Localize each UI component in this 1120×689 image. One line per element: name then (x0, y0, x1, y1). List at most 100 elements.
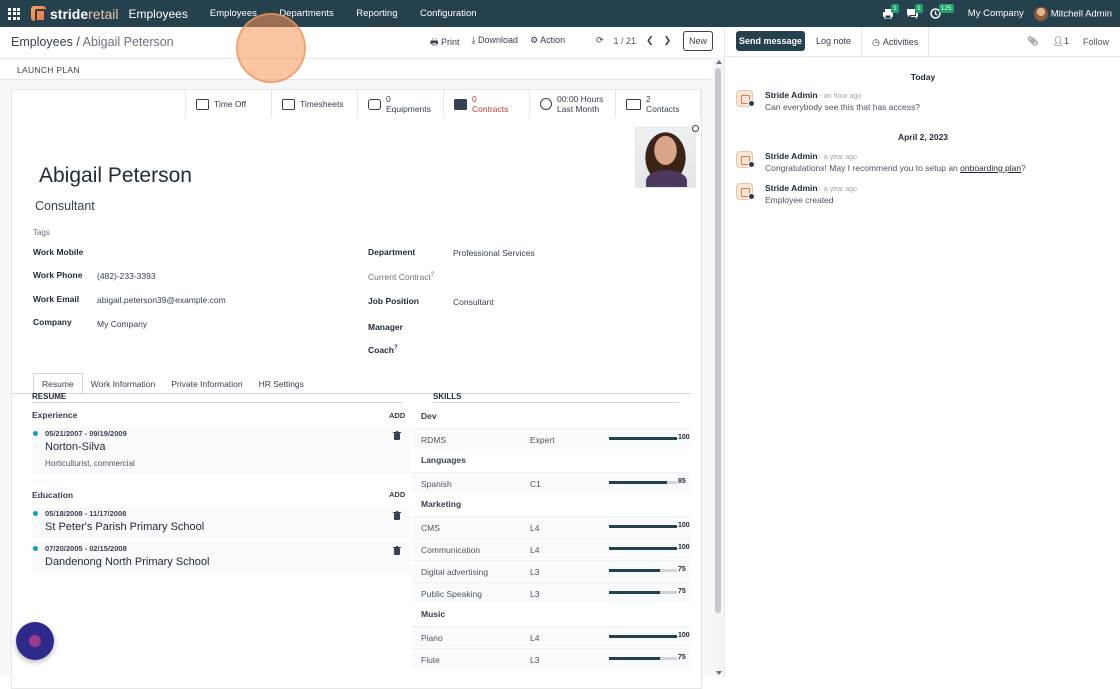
add-experience-button[interactable]: ADD (389, 411, 405, 420)
company-switcher[interactable]: My Company (968, 8, 1024, 19)
skill-progress-value: 75 (678, 654, 686, 661)
add-education-button[interactable]: ADD (389, 490, 405, 499)
menu-employees[interactable]: Employees (210, 8, 257, 19)
timesheets-button[interactable]: Timesheets (271, 90, 357, 118)
breadcrumb-employees[interactable]: Employees (11, 35, 73, 49)
breadcrumb: Employees / Abigail Peterson (11, 35, 174, 49)
scrollbar-thumb[interactable] (715, 68, 721, 613)
skill-row[interactable]: Public Speaking L3 75 (412, 582, 691, 603)
pager-value[interactable]: 1 / 21 (614, 36, 637, 46)
skill-name: Piano (421, 633, 443, 643)
print-queue-icon[interactable]: 1 (882, 3, 899, 20)
statusbar: LAUNCH PLAN (0, 58, 713, 80)
department-field[interactable]: Professional Services (453, 248, 535, 258)
trash-icon[interactable] (393, 546, 401, 555)
resume-line[interactable]: 07/20/2005 - 02/15/2008 Dandenong North … (32, 542, 410, 574)
tab-private-information[interactable]: Private Information (163, 373, 250, 395)
skill-progress-bar (609, 657, 677, 660)
skill-row[interactable]: Digital advertising L3 75 (412, 560, 691, 581)
heart-icon (748, 100, 755, 107)
form-area: Employees / Abigail Peterson 🖶 Print ⤓ D… (0, 27, 724, 689)
skill-row[interactable]: Flute L3 75 (412, 648, 691, 669)
refresh-icon[interactable]: ⟳ (596, 35, 604, 46)
control-panel: Employees / Abigail Peterson 🖶 Print ⤓ D… (0, 27, 724, 57)
skill-progress-bar (609, 635, 677, 638)
equipments-button[interactable]: 0 Equipments (357, 90, 443, 118)
resume-line[interactable]: 05/21/2007 - 09/19/2009 Norton-Silva Hor… (32, 427, 410, 475)
skill-progress-value: 100 (678, 544, 690, 551)
user-avatar (1033, 6, 1048, 21)
resume-line[interactable]: 05/18/2008 - 11/17/2008 St Peter's Paris… (32, 507, 410, 539)
onboarding-plan-link[interactable]: onboarding plan (960, 163, 1021, 173)
skill-progress-value: 85 (678, 478, 686, 485)
activities-button[interactable]: ◷ Activities (861, 27, 930, 57)
user-menu[interactable]: Mitchell Admin (1033, 6, 1112, 21)
skill-row[interactable]: RDMS Expert 100 (412, 428, 691, 449)
contracts-button[interactable]: 0 Contracts (443, 90, 529, 118)
pager-previous-icon[interactable]: ❮ (646, 35, 654, 46)
pager-next-icon[interactable]: ❯ (664, 35, 672, 46)
brand-logo[interactable]: strideretail (31, 6, 118, 22)
trash-icon[interactable] (393, 511, 401, 520)
skill-progress-fill (609, 481, 667, 484)
skill-group-title: Dev (421, 411, 437, 421)
contacts-button[interactable]: 2 Contacts (615, 90, 701, 118)
skill-row[interactable]: CMS L4 100 (412, 516, 691, 537)
log-note-button[interactable]: Log note (816, 36, 851, 46)
module-title[interactable]: Employees (128, 7, 187, 21)
action-button[interactable]: ⚙ Action (530, 35, 565, 51)
resume-header: RESUME (32, 392, 67, 401)
new-button[interactable]: New (683, 31, 713, 51)
heart-icon (748, 161, 755, 168)
company-field[interactable]: My Company (97, 319, 147, 329)
work-phone-field[interactable]: (482)-233-3393 (97, 271, 156, 281)
launch-plan-button[interactable]: LAUNCH PLAN (17, 65, 80, 75)
skill-progress-bar (609, 525, 677, 528)
send-message-button[interactable]: Send message (736, 31, 805, 51)
tab-hr-settings[interactable]: HR Settings (251, 373, 312, 395)
clock-icon (540, 98, 552, 110)
menu-configuration[interactable]: Configuration (420, 8, 477, 19)
assistant-bubble-button[interactable] (16, 622, 54, 660)
followers-button[interactable]: 👤︎1 (1053, 36, 1069, 47)
download-button[interactable]: ⤓ Download (472, 35, 519, 51)
skill-row[interactable]: Communication L4 100 (412, 538, 691, 559)
skill-name: Digital advertising (421, 567, 489, 577)
employee-photo[interactable] (635, 127, 696, 188)
activity-clock-icon[interactable]: 125 (930, 3, 954, 20)
messaging-badge: 1 (914, 3, 923, 13)
trash-icon[interactable] (393, 431, 401, 440)
scroll-up-icon[interactable] (716, 60, 722, 64)
apps-menu-icon[interactable] (0, 0, 28, 27)
skill-progress-value: 75 (678, 566, 686, 573)
time-off-button[interactable]: Time Off (185, 90, 271, 118)
skill-level: L4 (530, 523, 540, 533)
print-button[interactable]: 🖶 Print (430, 35, 460, 51)
skill-row[interactable]: Piano L4 100 (412, 626, 691, 647)
skill-progress-bar (609, 547, 677, 550)
skill-group-title: Marketing (421, 499, 462, 509)
scroll-down-icon[interactable] (716, 671, 722, 675)
chatter-panel: Send message Log note ◷ Activities 📎︎ 👤︎1… (724, 27, 1120, 677)
skill-level: L3 (530, 589, 540, 599)
tab-work-information[interactable]: Work Information (83, 373, 164, 395)
skill-progress-fill (609, 635, 677, 638)
skill-name: RDMS (421, 435, 447, 445)
work-email-field[interactable]: abigail.peterson39@example.com (97, 295, 226, 305)
skill-group-title: Music (421, 609, 446, 619)
employee-name[interactable]: Abigail Peterson (39, 164, 192, 188)
follow-button[interactable]: Follow (1083, 37, 1109, 47)
skill-level: L3 (530, 655, 540, 665)
hours-last-month-button[interactable]: 00:00 Hours Last Month (529, 90, 615, 118)
job-position-field[interactable]: Consultant (453, 297, 494, 307)
form-scrollbar[interactable] (714, 58, 723, 677)
paperclip-icon[interactable]: 📎︎ (1027, 36, 1038, 47)
skill-row[interactable]: Spanish C1 85 (412, 472, 691, 493)
click-indicator (236, 13, 306, 83)
messaging-icon[interactable]: 1 (906, 3, 923, 20)
skill-level: L4 (530, 545, 540, 555)
book-icon (454, 98, 467, 110)
tags-input[interactable]: Tags (33, 228, 50, 237)
employee-job-title[interactable]: Consultant (35, 199, 95, 213)
menu-reporting[interactable]: Reporting (356, 8, 397, 19)
